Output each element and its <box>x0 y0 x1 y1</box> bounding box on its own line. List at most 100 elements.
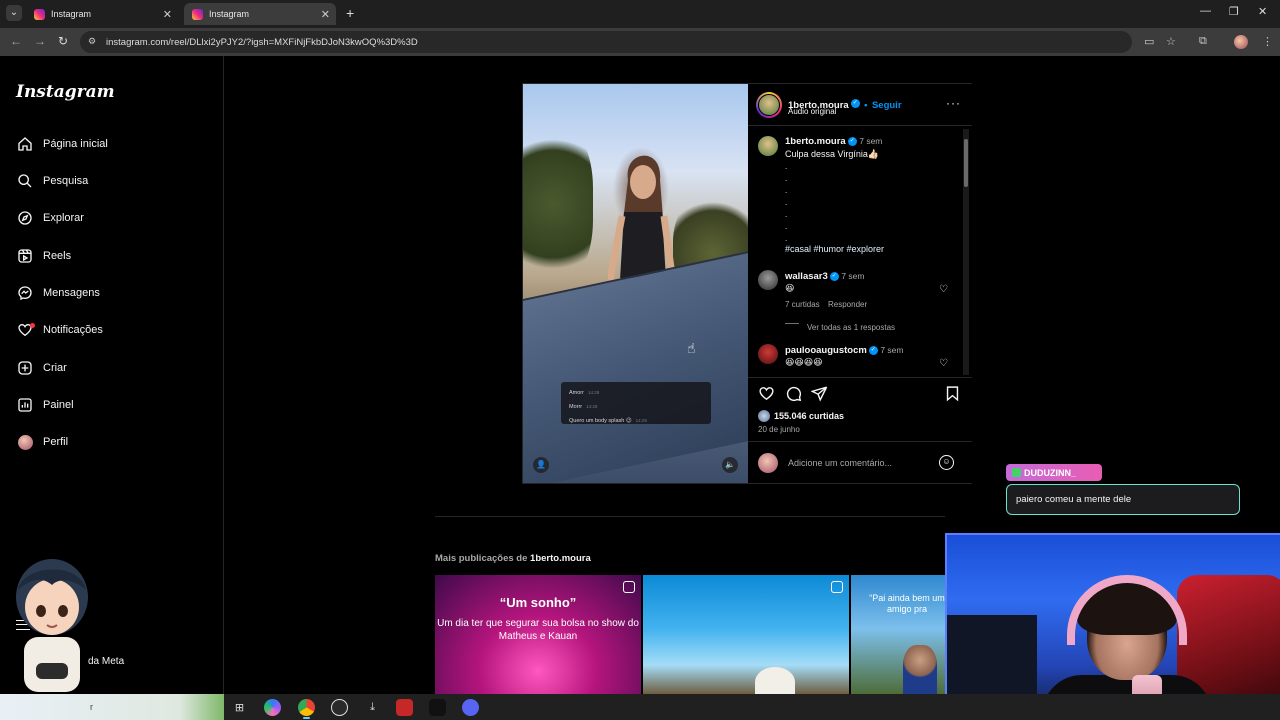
commenter-avatar[interactable] <box>758 344 778 364</box>
tagged-user-icon[interactable]: 👤 <box>533 457 549 473</box>
likes-count[interactable]: 155.046 curtidas <box>758 410 844 422</box>
chat-line: Quero um body splash 😉 14:29 <box>569 418 647 424</box>
browser-profile-avatar[interactable] <box>1234 35 1248 49</box>
chrome-icon[interactable] <box>298 699 315 719</box>
post-info-pane: 1berto.moura ✓ • Seguir Áudio original ··… <box>748 84 972 483</box>
download-icon[interactable]: ⤓ <box>364 699 381 716</box>
caption-dot: . <box>785 210 788 219</box>
sidebar-item-home[interactable]: Página inicial <box>16 133 108 155</box>
emoji-icon[interactable]: ☺ <box>939 455 954 470</box>
close-tab-icon[interactable]: ✕ <box>321 8 330 21</box>
sidebar-item-label: Explorar <box>43 212 84 224</box>
obs-icon[interactable] <box>331 699 348 716</box>
caption-author[interactable]: 1berto.moura <box>785 136 846 147</box>
sidebar-item-search[interactable]: Pesquisa <box>16 170 88 192</box>
forward-icon[interactable]: → <box>34 34 46 48</box>
save-bookmark-icon[interactable] <box>944 385 962 403</box>
reel-video[interactable]: Amorr 14:28 Morrr 14:28 Quero um body spla… <box>523 84 748 483</box>
comment-username[interactable]: wallasar3 <box>785 271 828 282</box>
reload-icon[interactable]: ↻ <box>58 34 68 48</box>
task-view-icon[interactable]: ⊞ <box>231 699 248 716</box>
cast-icon[interactable]: ▭ <box>1144 35 1154 48</box>
comment-bubble-icon[interactable] <box>785 385 803 403</box>
url-text: instagram.com/reel/DLlxi2yPJY2/?igsh=MXF… <box>106 36 418 48</box>
chat-line: Morrr 14:28 <box>569 404 598 410</box>
sidebar-item-messages[interactable]: Mensagens <box>16 282 100 304</box>
copilot-icon[interactable] <box>264 699 281 716</box>
reel-type-icon <box>623 581 635 593</box>
more-post-thumbnail[interactable]: “Um sonho” Um dia ter que segurar sua bo… <box>435 575 641 695</box>
more-post-thumbnail[interactable] <box>643 575 849 695</box>
share-paper-plane-icon[interactable] <box>810 385 829 403</box>
view-replies-button[interactable]: Ver todas as 1 respostas <box>807 323 895 332</box>
restore-icon[interactable]: ❐ <box>1229 5 1239 18</box>
comment-header: paulooaugustocm ✓ 7 sem <box>785 345 903 356</box>
browser-menu-icon[interactable]: ⋮ <box>1262 35 1273 48</box>
video-chat-overlay: Amorr 14:28 Morrr 14:28 Quero um body spla… <box>561 382 711 424</box>
sidebar-item-dashboard[interactable]: Painel <box>16 394 74 416</box>
comment-text: 😆😆😆😆 <box>785 357 823 367</box>
bookmark-star-icon[interactable]: ☆ <box>1166 35 1176 48</box>
compass-icon <box>16 209 34 227</box>
like-heart-icon[interactable] <box>758 385 776 403</box>
comment-input[interactable]: Adicione um comentário... <box>788 458 892 468</box>
sidebar-item-label: Página inicial <box>43 138 108 150</box>
notification-badge <box>30 323 35 328</box>
browser-tab-active[interactable]: Instagram ✕ <box>184 3 336 25</box>
caption-dot: . <box>785 198 788 207</box>
sidebar-item-profile[interactable]: Perfil <box>16 431 68 453</box>
discord-icon[interactable] <box>462 699 479 716</box>
browser-tab-bar: ⌄ Instagram ✕ Instagram ✕ + — ❐ ✕ <box>0 0 1280 28</box>
close-window-icon[interactable]: ✕ <box>1258 5 1267 18</box>
search-icon <box>16 172 34 190</box>
sidebar-item-label: Mensagens <box>43 287 100 299</box>
comment-likes[interactable]: 7 curtidas <box>785 300 820 309</box>
site-info-icon[interactable]: ⚙ <box>88 36 100 48</box>
taskbar-search[interactable]: r <box>0 694 224 720</box>
sidebar-item-explore[interactable]: Explorar <box>16 207 84 229</box>
follow-separator: • <box>864 100 868 111</box>
caption-age: 7 sem <box>859 136 883 146</box>
comment-like-icon[interactable]: ♡ <box>939 284 948 295</box>
carousel-type-icon <box>831 581 843 593</box>
tab-search-button[interactable]: ⌄ <box>6 5 22 21</box>
comment-like-icon[interactable]: ♡ <box>939 358 948 369</box>
browser-tab[interactable]: Instagram ✕ <box>26 3 178 25</box>
back-icon[interactable]: ← <box>10 34 22 48</box>
comments-scrollbar[interactable] <box>963 129 969 375</box>
sidebar-item-reels[interactable]: Reels <box>16 245 71 267</box>
heart-icon <box>16 321 35 339</box>
comment-age: 7 sem <box>841 271 865 281</box>
thumbnail-title: “Um sonho” <box>499 595 577 610</box>
volume-icon[interactable]: 🔈 <box>722 457 738 473</box>
audio-label[interactable]: Áudio original <box>788 107 836 116</box>
reply-button[interactable]: Responder <box>828 300 867 309</box>
sidebar-item-create[interactable]: Criar <box>16 357 67 379</box>
sidebar-item-notifications[interactable]: Notificações <box>16 319 103 341</box>
thumbnail-scene <box>903 645 937 695</box>
sidebar-item-label: Painel <box>43 399 74 411</box>
audio-app-icon[interactable] <box>429 699 446 716</box>
instagram-logo[interactable]: Instagram <box>16 82 115 102</box>
follow-button[interactable]: Seguir <box>872 100 902 111</box>
extensions-icon[interactable]: ⧉ <box>1199 35 1207 48</box>
chart-icon <box>16 396 34 414</box>
more-post-thumbnail[interactable]: “Pai ainda bem um amigo pra <box>851 575 951 695</box>
caption-hashtags[interactable]: #casal #humor #explorer <box>785 244 884 254</box>
close-tab-icon[interactable]: ✕ <box>163 8 172 21</box>
caption-dot: . <box>785 186 788 195</box>
stream-chat-username: DUDUZINN_ <box>1006 464 1102 481</box>
comment-age: 7 sem <box>880 345 904 355</box>
author-avatar[interactable] <box>758 136 778 156</box>
commenter-avatar[interactable] <box>758 270 778 290</box>
voicemeeter-icon[interactable] <box>396 699 413 716</box>
minimize-icon[interactable]: — <box>1200 5 1211 17</box>
verified-icon: ✓ <box>868 346 878 356</box>
section-divider <box>435 516 945 517</box>
more-options-icon[interactable]: ··· <box>946 96 961 110</box>
address-bar[interactable]: ⚙ instagram.com/reel/DLlxi2yPJY2/?igsh=M… <box>80 31 1132 53</box>
taskbar-search-placeholder: r <box>90 702 93 712</box>
author-avatar[interactable] <box>756 92 782 118</box>
new-tab-button[interactable]: + <box>346 5 354 21</box>
comment-username[interactable]: paulooaugustocm <box>785 345 867 356</box>
